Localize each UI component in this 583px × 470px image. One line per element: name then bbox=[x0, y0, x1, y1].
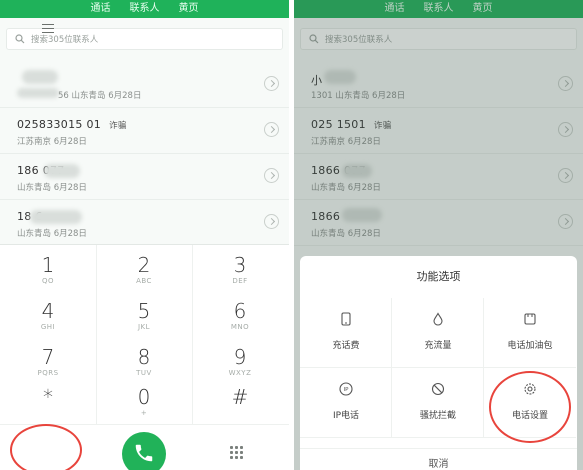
option-data[interactable]: 充流量 bbox=[392, 298, 484, 368]
redacted-number bbox=[30, 210, 82, 224]
key-hash[interactable]: # bbox=[192, 381, 288, 429]
tab-calls[interactable]: 通话 bbox=[79, 0, 123, 18]
phone-icon bbox=[135, 444, 153, 462]
option-package[interactable]: 电话加油包 bbox=[484, 298, 576, 368]
call-detail-icon[interactable] bbox=[264, 214, 279, 229]
sheet-title: 功能选项 bbox=[416, 270, 461, 283]
key-2[interactable]: 2 ABC bbox=[96, 249, 192, 297]
key-3[interactable]: 3 DEF bbox=[192, 249, 288, 297]
key-1[interactable]: 1 QO bbox=[0, 249, 96, 297]
highlight-circle bbox=[10, 424, 82, 470]
call-log-item[interactable]: 025833015 01 诈骗 江苏南京 6月28日 bbox=[0, 108, 289, 154]
call-log: 56 山东青岛 6月28日 025833015 01 诈骗 江苏南京 6月28日 … bbox=[0, 62, 289, 246]
key-6[interactable]: 6 MNO bbox=[192, 295, 288, 343]
redacted-number bbox=[17, 88, 59, 98]
phone-card-icon bbox=[341, 312, 351, 326]
key-5[interactable]: 5 JKL bbox=[96, 295, 192, 343]
call-log-item[interactable]: 18 6 山东青岛 6月28日 bbox=[0, 200, 289, 246]
keypad-toggle-icon[interactable] bbox=[230, 446, 244, 460]
drop-icon bbox=[433, 312, 443, 326]
option-recharge[interactable]: 充话费 bbox=[300, 298, 392, 368]
redacted-name bbox=[22, 70, 58, 84]
key-4[interactable]: 4 GHI bbox=[0, 295, 96, 343]
tab-yellowpages[interactable]: 黄页 bbox=[167, 0, 211, 18]
call-button[interactable] bbox=[122, 432, 166, 470]
call-log-item[interactable]: 56 山东青岛 6月28日 bbox=[0, 62, 289, 108]
dialer-screen: 通话 联系人 黄页 搜索305位联系人 56 山东青岛 6月28日 025833… bbox=[0, 0, 289, 470]
option-block[interactable]: 骚扰拦截 bbox=[392, 368, 484, 438]
dial-keypad: 1 QO 2 ABC 3 DEF 4 GHI 5 JKL 6 MNO 7 PQRS 8 TUV … bbox=[0, 244, 289, 425]
block-icon bbox=[431, 382, 445, 396]
cancel-button[interactable]: 取消 bbox=[300, 448, 577, 470]
package-icon bbox=[524, 313, 536, 325]
fraud-tag: 诈骗 bbox=[109, 121, 127, 131]
call-detail-icon[interactable] bbox=[264, 122, 279, 137]
tab-contacts[interactable]: 联系人 bbox=[123, 0, 167, 18]
call-number: 025833015 01 诈骗 bbox=[17, 118, 127, 131]
redacted-number bbox=[44, 164, 80, 178]
option-ip-call[interactable]: IP IP电话 bbox=[300, 368, 392, 438]
svg-text:IP: IP bbox=[344, 387, 350, 393]
ip-icon: IP bbox=[339, 382, 353, 396]
highlight-circle bbox=[489, 371, 571, 443]
call-detail-icon[interactable] bbox=[264, 168, 279, 183]
key-0[interactable]: 0 + bbox=[96, 381, 192, 429]
call-meta: 山东青岛 6月28日 bbox=[17, 183, 87, 193]
menu-icon bbox=[42, 24, 54, 33]
call-log-item[interactable]: 186 077 山东青岛 6月28日 bbox=[0, 154, 289, 200]
call-meta: 山东青岛 6月28日 bbox=[17, 229, 87, 239]
key-star[interactable]: * bbox=[0, 381, 96, 429]
options-screen: 通话 联系人 黄页 搜索305位联系人 小 1301 山东青岛 6月28日 02… bbox=[294, 0, 583, 470]
call-meta: 56 山东青岛 6月28日 bbox=[58, 91, 142, 101]
call-detail-icon[interactable] bbox=[264, 76, 279, 91]
call-meta: 江苏南京 6月28日 bbox=[17, 137, 87, 147]
menu-button[interactable] bbox=[22, 4, 74, 52]
